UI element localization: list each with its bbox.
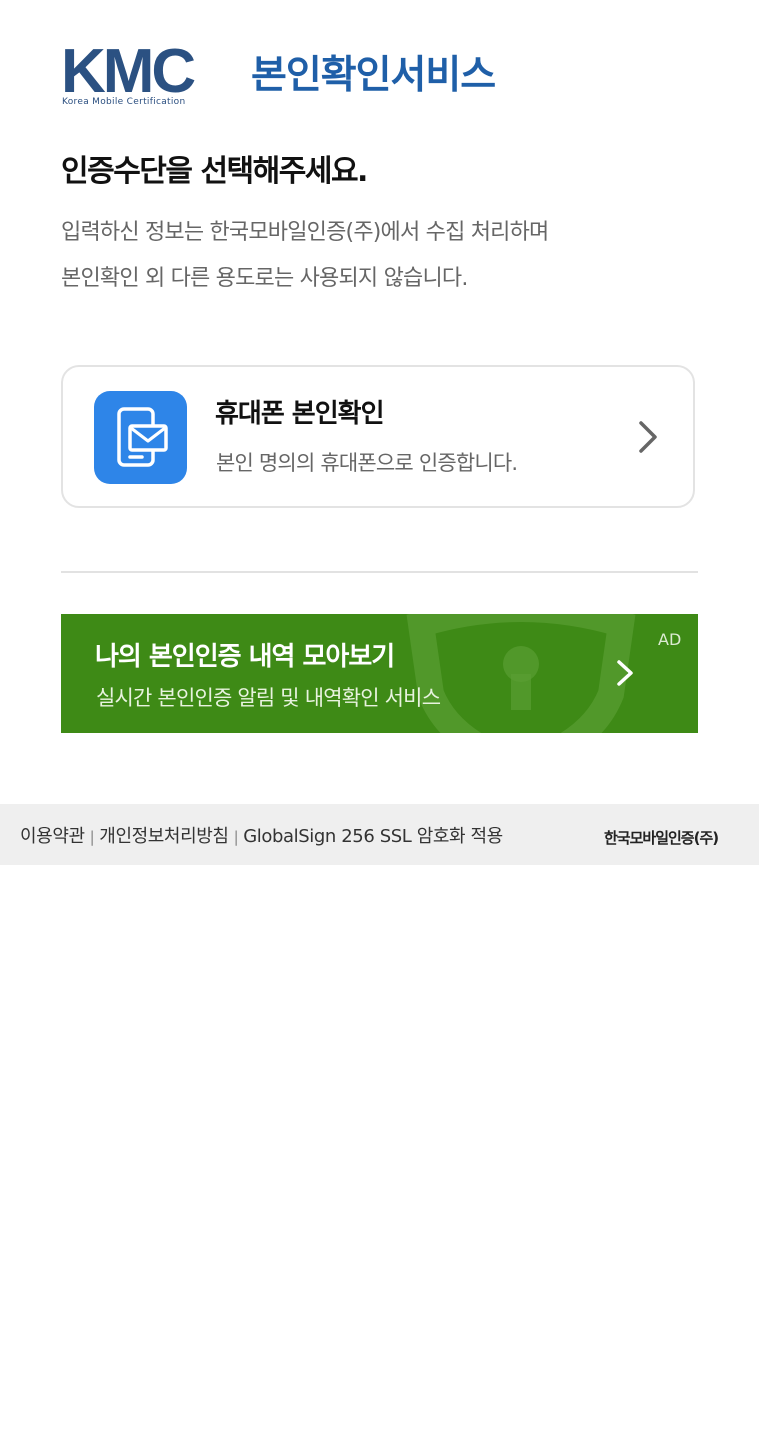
chevron-right-icon [617,660,633,686]
terms-link[interactable]: 이용약관 [20,826,85,847]
header: KMC Korea Mobile Certification 본인확인서비스 [61,40,701,112]
ssl-notice: GlobalSign 256 SSL 암호화 적용 [243,826,503,847]
divider [61,571,698,573]
ad-label: AD [658,630,682,649]
intro-description-line-2: 본인확인 외 다른 용도로는 사용되지 않습니다. [61,266,468,291]
service-title: 본인확인서비스 [251,53,496,98]
ad-title: 나의 본인인증 내역 모아보기 [95,642,395,672]
kmc-logo-text: KMC [61,40,195,98]
footer: 이용약관 | 개인정보처리방침 | GlobalSign 256 SSL 암호화 적용 … [0,804,759,865]
footer-separator: | [233,828,239,846]
footer-separator: | [89,828,95,846]
option-description: 본인 명의의 휴대폰으로 인증합니다. [216,451,518,475]
option-title: 휴대폰 본인확인 [215,399,384,429]
footer-brand-logo: 한국모바일인증(주) [604,829,719,847]
shield-lock-icon [406,614,636,733]
intro-description: 입력하신 정보는 한국모바일인증(주)에서 수집 처리하며 본인확인 외 다른 … [61,210,701,302]
phone-message-icon [94,391,187,484]
chevron-right-icon [639,421,657,453]
kmc-logo: KMC Korea Mobile Certification [61,40,216,112]
kmc-logo-subtitle: Korea Mobile Certification [62,97,186,107]
footer-links: 이용약관 | 개인정보처리방침 | GlobalSign 256 SSL 암호화 적용 [20,822,503,848]
page-heading: 인증수단을 선택해주세요. [61,154,368,189]
ad-subtitle: 실시간 본인인증 알림 및 내역확인 서비스 [96,686,441,710]
page: KMC Korea Mobile Certification 본인확인서비스 인… [0,0,759,1440]
intro-description-line-1: 입력하신 정보는 한국모바일인증(주)에서 수집 처리하며 [61,220,549,245]
phone-verification-option[interactable]: 휴대폰 본인확인 본인 명의의 휴대폰으로 인증합니다. [61,365,695,508]
privacy-policy-link[interactable]: 개인정보처리방침 [99,826,229,847]
ad-banner[interactable]: 나의 본인인증 내역 모아보기 실시간 본인인증 알림 및 내역확인 서비스 A… [61,614,698,733]
kmc-logo-mark: KMC [61,40,198,98]
